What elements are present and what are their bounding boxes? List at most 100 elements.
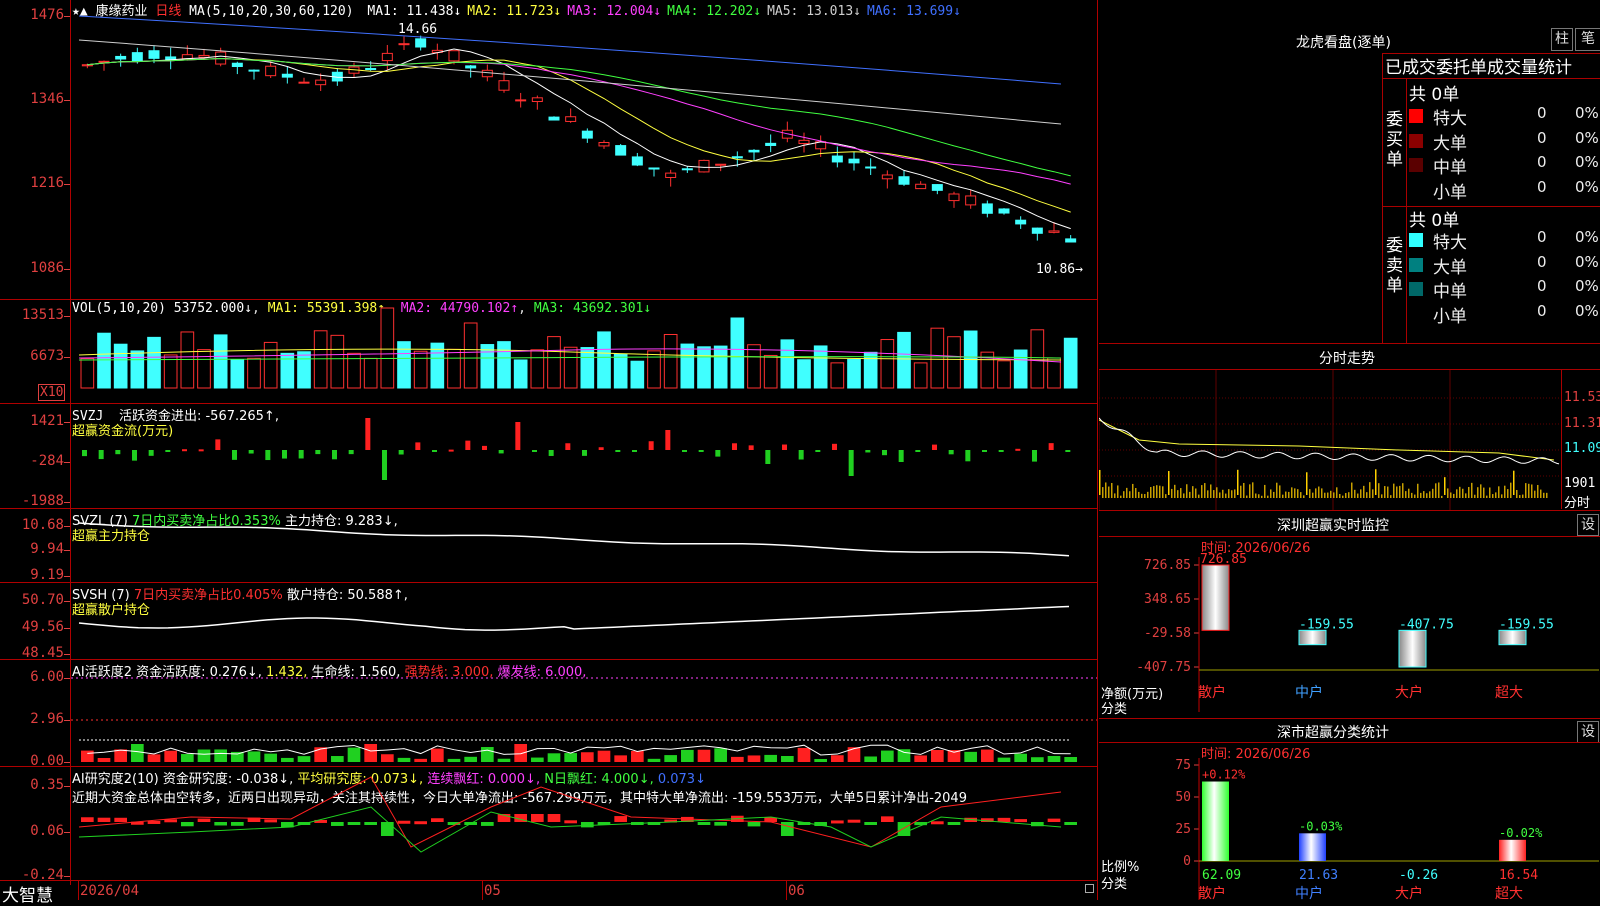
activity-bar <box>564 753 577 762</box>
intraday-vol-bar <box>1534 490 1536 498</box>
activity-bar <box>797 747 811 762</box>
intraday-vol-bar <box>1165 494 1167 498</box>
fund-flow-bar <box>548 450 554 456</box>
buy-row-pct: 0% <box>1575 177 1599 196</box>
intraday-vol-bar <box>1501 494 1503 498</box>
brand-logo[interactable]: 大智慧 <box>2 881 53 906</box>
research-bar <box>714 822 727 826</box>
intraday-vol-bar <box>1171 488 1173 498</box>
monitor-title: 深圳超赢实时监控 <box>1277 518 1389 534</box>
intraday-vol-bar <box>1333 492 1335 498</box>
volume-bar <box>247 357 261 389</box>
intraday-vol-bar <box>1279 485 1281 498</box>
intraday-vol-bar <box>1207 490 1209 498</box>
monitor-bar <box>1201 564 1230 631</box>
lock-icon[interactable] <box>1085 884 1094 893</box>
research-bar <box>581 822 594 828</box>
candle-body <box>398 43 410 46</box>
intraday-vol-bar <box>1219 492 1221 498</box>
bar-view-button[interactable]: 柱 <box>1551 28 1573 51</box>
volume-bar <box>113 343 128 389</box>
volume-bar <box>930 327 945 389</box>
vol-scale-badge: X10 <box>38 384 66 401</box>
pen-view-button[interactable]: 笔 <box>1575 28 1600 51</box>
intraday-vol-bar <box>1216 487 1218 498</box>
main-chart-area[interactable]: ★▲ 康缘药业 日线 MA(5,10,20,30,60,120) MA1: 11… <box>0 0 1098 906</box>
candle-body <box>731 156 743 159</box>
volume-bar <box>147 336 161 389</box>
volume-bar <box>647 350 661 389</box>
intraday-vol-bar <box>1399 485 1401 498</box>
intraday-vol-bar <box>1306 472 1308 495</box>
candle-body <box>531 97 543 103</box>
intraday-vol-bar <box>1183 493 1185 498</box>
ai-research-chart <box>78 776 1077 853</box>
candle-body <box>981 203 993 214</box>
activity-bar <box>547 753 561 762</box>
intraday-vol-bar <box>1228 489 1230 498</box>
intraday-vol-bar <box>1510 482 1512 498</box>
activity-bar <box>1014 753 1027 762</box>
intraday-vol-bar <box>1102 487 1104 498</box>
activity-bar <box>397 757 411 762</box>
volume-bar <box>880 339 895 389</box>
monitor-bar <box>1398 629 1427 668</box>
intraday-vol-bar <box>1321 488 1323 498</box>
activity-bar <box>214 749 227 762</box>
intraday-vol-bar <box>1360 489 1362 498</box>
ai-active-axis-tick <box>64 678 70 679</box>
intraday-chart[interactable] <box>1099 370 1561 510</box>
svzl-axis-tick-label: 9.94 <box>30 541 64 557</box>
activity-bar <box>814 758 827 762</box>
volume-bar <box>797 359 811 389</box>
fund-flow-bar <box>748 445 754 450</box>
intraday-vol-bar <box>1330 490 1332 498</box>
research-bar <box>831 820 844 824</box>
fund-flow-bar <box>865 450 871 453</box>
intraday-axis-label: 11.31 <box>1564 416 1600 431</box>
classify-settings-button[interactable]: 设 <box>1577 721 1599 743</box>
monitor-bar <box>1498 629 1527 646</box>
intraday-vol-bar <box>1426 493 1428 498</box>
volume-bar <box>97 332 111 389</box>
intraday-vol-bar <box>1294 488 1296 498</box>
research-bar <box>747 822 761 827</box>
price-axis-tick-label: 1216 <box>30 175 64 191</box>
intraday-vol-bar <box>1258 494 1260 498</box>
buy-legend-swatch <box>1409 158 1423 172</box>
fund-flow-bar <box>165 450 171 452</box>
intraday-vol-bar <box>1240 485 1242 498</box>
ai-active-axis-tick-label: 2.96 <box>30 711 64 727</box>
svsh-chart <box>78 605 1070 631</box>
intraday-vol-bar <box>1282 494 1284 498</box>
intraday-vol-bar <box>1528 483 1530 498</box>
research-bar <box>781 822 794 836</box>
right-panel: 龙虎看盘(逐单) 柱 笔 已成交委托单成交量统计 委买单 共 0单 特大 0 0% 大… <box>1099 0 1600 900</box>
intraday-vol-bar <box>1531 484 1533 498</box>
intraday-avg-line <box>1099 419 1555 461</box>
candle-body <box>448 50 460 62</box>
intraday-vol-bar <box>1285 491 1287 498</box>
monitor-settings-button[interactable]: 设 <box>1577 514 1599 536</box>
activity-bar <box>1064 757 1077 762</box>
classify-category-label: 超大 <box>1495 886 1523 900</box>
intraday-vol-bar <box>1105 482 1107 498</box>
intraday-vol-bar <box>1438 482 1440 498</box>
research-bar <box>81 817 94 822</box>
activity-bar <box>281 757 294 762</box>
svzl-chart <box>78 522 1070 557</box>
fund-flow-bar <box>448 449 454 452</box>
candle-body <box>498 80 510 91</box>
ai-research-axis-tick-label: 0.35 <box>30 777 64 793</box>
intraday-vol-bar <box>1324 492 1326 498</box>
intraday-vol-bar <box>1168 471 1170 495</box>
activity-bar <box>347 747 361 762</box>
activity-bar <box>731 756 744 762</box>
intraday-vol-bar <box>1372 489 1374 498</box>
activity-bar <box>131 744 144 762</box>
fund-flow-bar <box>332 450 337 460</box>
svsh-axis-tick-label: 48.45 <box>21 645 64 661</box>
intraday-vol-bar <box>1210 484 1212 498</box>
candlestick-chart[interactable] <box>71 14 1097 298</box>
candle-body <box>298 81 310 84</box>
